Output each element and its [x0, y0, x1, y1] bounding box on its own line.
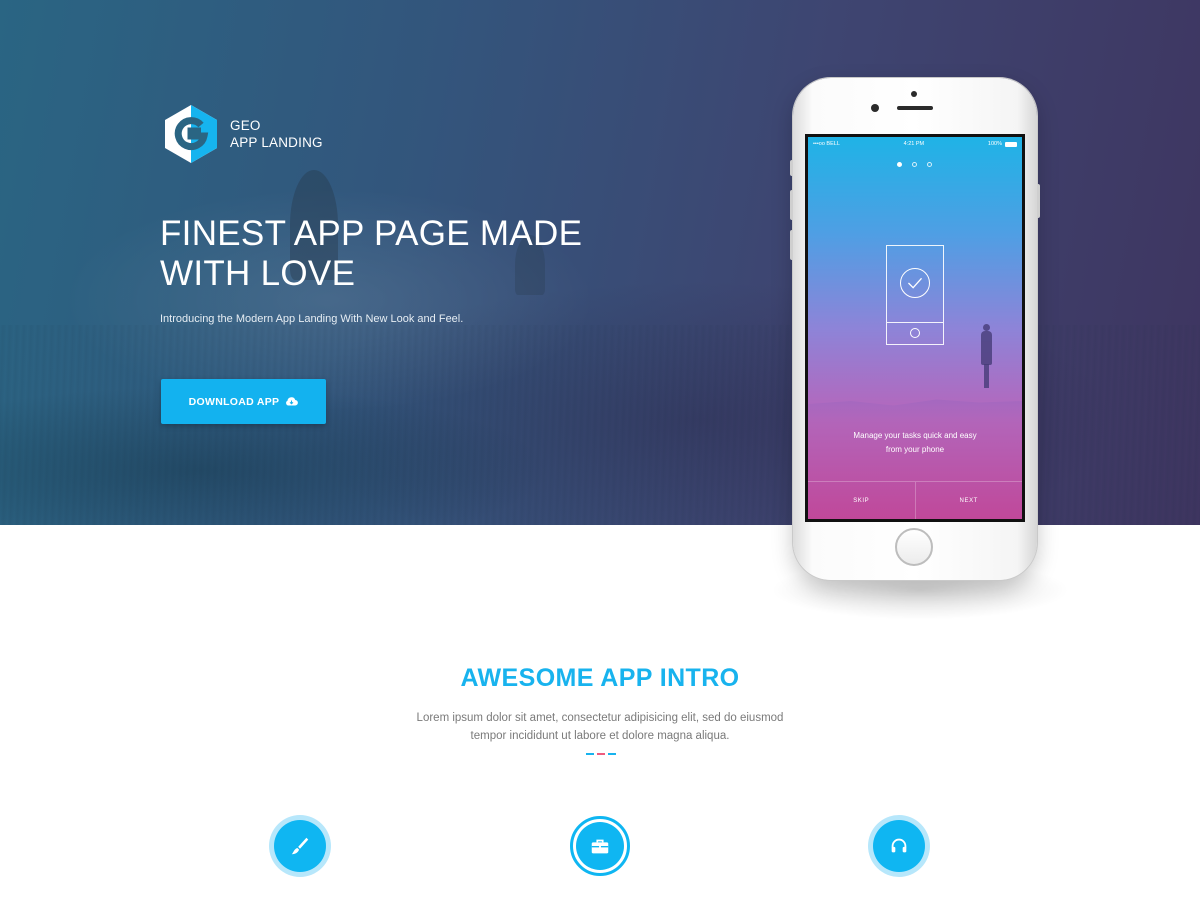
phone-screen: •••oo BELL 4:21 PM 100% Manage your task…: [805, 134, 1025, 522]
illustration-divider: [887, 322, 943, 324]
hero-headline: FINEST APP PAGE MADE WITH LOVE: [160, 214, 600, 294]
divider-segment: [608, 753, 616, 755]
feature-business-core: [576, 822, 624, 870]
feature-design-icon[interactable]: [274, 820, 326, 872]
page-indicator: [897, 162, 932, 167]
hero-subline: Introducing the Modern App Landing With …: [160, 313, 464, 325]
app-onboarding-screen: •••oo BELL 4:21 PM 100% Manage your task…: [808, 137, 1022, 519]
divider-segment: [597, 753, 605, 755]
feature-support-icon[interactable]: [873, 820, 925, 872]
phone-outline-illustration: [886, 245, 944, 345]
logo-line-geo: GEO: [230, 118, 261, 133]
logo-text: GEO APP LANDING: [230, 117, 323, 151]
landscape-hill: [808, 399, 1022, 422]
intro-title: AWESOME APP INTRO: [460, 664, 740, 692]
logo-line-app-landing: APP LANDING: [230, 135, 323, 150]
brush-icon: [291, 837, 309, 855]
skip-button[interactable]: SKIP: [808, 482, 915, 519]
illustration-home-button: [910, 328, 920, 338]
onboarding-caption-line-2: from your phone: [885, 445, 945, 454]
status-time: 4:21 PM: [903, 141, 925, 147]
divider-segment: [586, 753, 594, 755]
download-app-button[interactable]: DOWNLOAD APP: [161, 379, 326, 424]
section-divider: [586, 753, 616, 755]
phone-home-button: [895, 528, 933, 566]
status-bar: •••oo BELL 4:21 PM 100%: [808, 137, 1022, 151]
hero-headline-line-1: FINEST APP PAGE MADE: [160, 214, 583, 253]
download-app-label: DOWNLOAD APP: [188, 395, 280, 408]
page-dot-2[interactable]: [912, 162, 917, 167]
logo[interactable]: GEO APP LANDING: [160, 103, 323, 165]
phone-volume-down: [790, 230, 793, 260]
checkmark-circle-icon: [900, 268, 930, 298]
person-body: [981, 331, 992, 365]
person-legs: [984, 364, 989, 388]
intro-text-line-2: tempor incididunt ut labore et dolore ma…: [470, 730, 730, 742]
onboarding-caption-line-1: Manage your tasks quick and easy: [853, 431, 977, 440]
phone-camera: [871, 104, 879, 112]
battery-icon: [1004, 141, 1017, 147]
page-dot-1[interactable]: [897, 162, 902, 167]
onboarding-nav: SKIP NEXT: [808, 481, 1022, 519]
logo-hexagon-icon: [165, 105, 217, 163]
status-right: 100%: [988, 141, 1017, 147]
feature-business-icon[interactable]: [570, 816, 630, 876]
phone-power-button: [1037, 184, 1040, 218]
phone-speaker: [897, 106, 933, 110]
status-carrier: •••oo BELL: [813, 141, 840, 147]
person-silhouette: [981, 324, 992, 392]
person-head: [983, 324, 990, 331]
status-battery-text: 100%: [987, 141, 1002, 147]
phone-volume-up: [790, 190, 793, 220]
phone-sensor: [911, 91, 917, 97]
hero-headline-line-2: WITH LOVE: [160, 254, 356, 293]
phone-mockup: •••oo BELL 4:21 PM 100% Manage your task…: [790, 78, 1040, 580]
cloud-download-icon: [286, 397, 299, 406]
onboarding-caption: Manage your tasks quick and easy from yo…: [808, 429, 1022, 457]
headphones-icon: [891, 838, 907, 853]
intro-text-line-1: Lorem ipsum dolor sit amet, consectetur …: [416, 712, 784, 724]
page-dot-3[interactable]: [927, 162, 932, 167]
next-button[interactable]: NEXT: [914, 482, 1023, 519]
intro-text: Lorem ipsum dolor sit amet, consectetur …: [300, 709, 900, 745]
briefcase-icon: [591, 839, 609, 854]
phone-mute-switch: [790, 160, 793, 176]
